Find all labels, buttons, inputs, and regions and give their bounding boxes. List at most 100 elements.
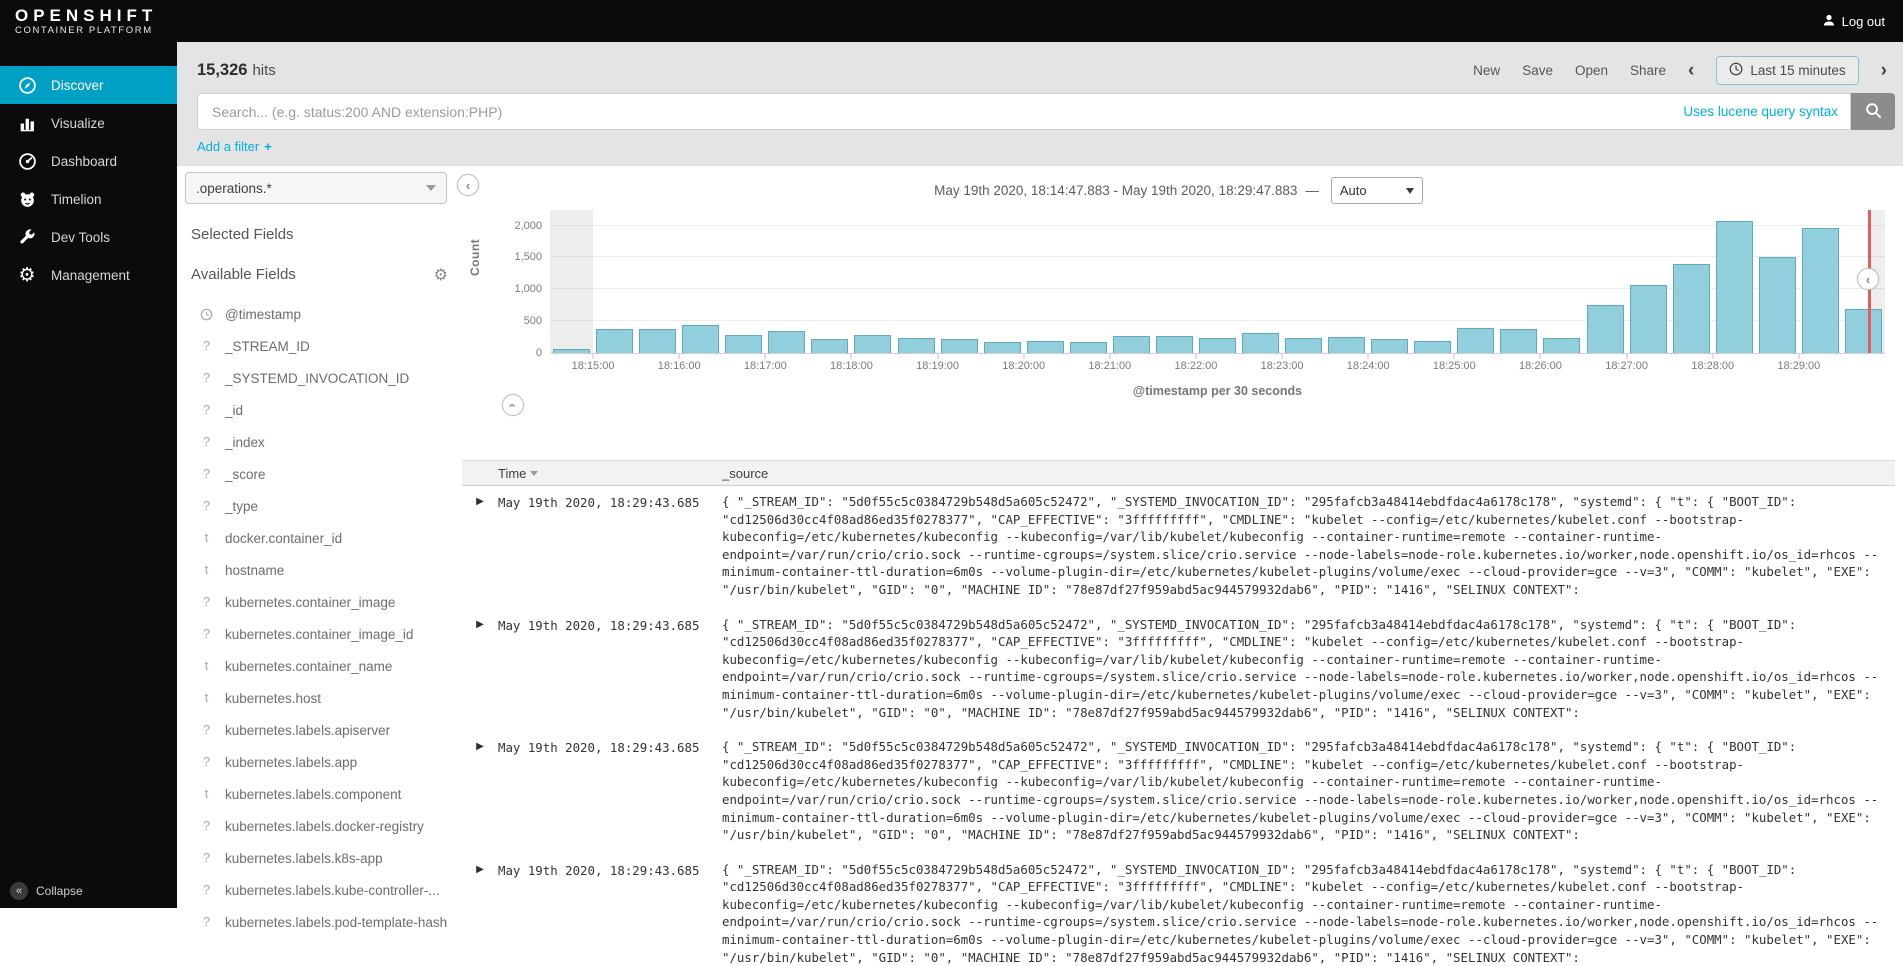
- field-item-_STREAM_ID[interactable]: ? _STREAM_ID: [181, 330, 462, 362]
- histogram-bar-18:28:00[interactable]: [1715, 221, 1753, 353]
- row-expand-caret-icon[interactable]: ▶: [462, 738, 498, 844]
- field-settings-gear-icon[interactable]: ⚙: [434, 265, 448, 284]
- field-item-kubernetes.labels.kube-controller-...[interactable]: ? kubernetes.labels.kube-controller-...: [181, 874, 462, 906]
- sidebar-collapse-button[interactable]: « Collapse: [10, 882, 83, 900]
- field-name: _type: [225, 498, 259, 514]
- field-item-kubernetes.labels.pod-template-hash[interactable]: ? kubernetes.labels.pod-template-hash: [181, 906, 462, 938]
- histogram-bar-18:18:30[interactable]: [897, 337, 935, 353]
- search-button[interactable]: [1851, 93, 1895, 130]
- collapse-chart-button[interactable]: ‹: [1857, 268, 1879, 290]
- field-item-kubernetes.labels.docker-registry[interactable]: ? kubernetes.labels.docker-registry: [181, 810, 462, 842]
- x-tick-mark: [764, 354, 766, 359]
- histogram-bar-18:15:30[interactable]: [639, 329, 677, 353]
- field-name: kubernetes.container_image: [225, 594, 396, 610]
- x-tick-mark: [850, 354, 852, 359]
- histogram-bar-18:20:30[interactable]: [1069, 341, 1107, 353]
- field-item-docker.container_id[interactable]: t docker.container_id: [181, 522, 462, 554]
- plus-icon[interactable]: +: [264, 139, 272, 154]
- table-row: ▶ May 19th 2020, 18:29:43.685 { "_STREAM_I…: [462, 609, 1895, 722]
- sidebar-item-timelion[interactable]: Timelion: [0, 180, 177, 218]
- histogram-bar-18:29:00[interactable]: [1801, 228, 1839, 353]
- index-pattern-select[interactable]: .operations.*: [185, 172, 447, 204]
- collapse-histogram-button[interactable]: ‹: [502, 394, 524, 416]
- field-item-kubernetes.container_image_id[interactable]: ? kubernetes.container_image_id: [181, 618, 462, 650]
- time-forward-arrow[interactable]: ›: [1881, 61, 1887, 80]
- histogram-bar-18:15:00[interactable]: [596, 328, 634, 353]
- sidebar-item-discover[interactable]: Discover: [0, 66, 177, 104]
- field-item-kubernetes.container_image[interactable]: ? kubernetes.container_image: [181, 586, 462, 618]
- histogram-slot: [1540, 216, 1583, 353]
- histogram-bar-18:14:30[interactable]: [553, 349, 591, 353]
- histogram-slot: [765, 216, 808, 353]
- field-item-kubernetes.labels.component[interactable]: t kubernetes.labels.component: [181, 778, 462, 810]
- field-item-_id[interactable]: ? _id: [181, 394, 462, 426]
- histogram-bar-18:16:00[interactable]: [682, 324, 720, 353]
- field-item-kubernetes.labels.k8s-app[interactable]: ? kubernetes.labels.k8s-app: [181, 842, 462, 874]
- field-item-_type[interactable]: ? _type: [181, 490, 462, 522]
- sidebar-item-label: Dashboard: [51, 153, 118, 169]
- save-button[interactable]: Save: [1522, 63, 1553, 78]
- histogram-bar-18:21:00[interactable]: [1112, 335, 1150, 353]
- sidebar-item-management[interactable]: ⚙ Management: [0, 256, 177, 294]
- histogram-bar-18:28:30[interactable]: [1758, 257, 1796, 353]
- time-column-header[interactable]: Time: [498, 466, 722, 481]
- histogram-slot: [1799, 216, 1842, 353]
- field-item-@timestamp[interactable]: @timestamp: [181, 298, 462, 330]
- field-item-_index[interactable]: ? _index: [181, 426, 462, 458]
- sidebar-item-visualize[interactable]: Visualize: [0, 104, 177, 142]
- logout-button[interactable]: Log out: [1822, 13, 1885, 30]
- collapse-fields-panel-button[interactable]: ‹: [457, 174, 479, 196]
- histogram-bar-18:24:30[interactable]: [1414, 340, 1452, 353]
- new-button[interactable]: New: [1473, 63, 1500, 78]
- histogram-bar-18:21:30[interactable]: [1155, 335, 1193, 353]
- interval-select[interactable]: Auto: [1330, 177, 1423, 204]
- histogram-bar-18:26:00[interactable]: [1543, 337, 1581, 353]
- histogram-bar-18:29:30[interactable]: [1844, 309, 1882, 353]
- field-item-hostname[interactable]: t hostname: [181, 554, 462, 586]
- chevron-left-icon: ‹: [465, 177, 471, 193]
- histogram-bar-18:18:00[interactable]: [854, 335, 892, 353]
- table-row: ▶ May 19th 2020, 18:29:43.685 { "_STREAM_I…: [462, 731, 1895, 844]
- row-source-cell: { "_STREAM_ID": "5d0f55c5c0384729b548d5a…: [722, 494, 1879, 597]
- selected-fields-heading: Selected Fields: [181, 226, 462, 243]
- x-tick-mark: [1367, 354, 1369, 359]
- histogram-slot: [1497, 216, 1540, 353]
- histogram-bar-18:27:30[interactable]: [1672, 263, 1710, 353]
- y-axis-tick-label: 1,500: [514, 251, 542, 264]
- row-expand-caret-icon[interactable]: ▶: [462, 861, 498, 966]
- field-name: kubernetes.container_name: [225, 658, 393, 674]
- add-filter-button[interactable]: Add a filter: [197, 139, 259, 154]
- row-expand-caret-icon[interactable]: ▶: [462, 493, 498, 599]
- histogram-bar-18:24:00[interactable]: [1371, 339, 1409, 353]
- field-item-kubernetes.labels.apiserver[interactable]: ? kubernetes.labels.apiserver: [181, 714, 462, 746]
- row-expand-caret-icon[interactable]: ▶: [462, 616, 498, 722]
- string-type-icon: t: [204, 787, 209, 801]
- field-item-kubernetes.container_name[interactable]: t kubernetes.container_name: [181, 650, 462, 682]
- field-item-kubernetes.host[interactable]: t kubernetes.host: [181, 682, 462, 714]
- field-item-_SYSTEMD_INVOCATION_ID[interactable]: ? _SYSTEMD_INVOCATION_ID: [181, 362, 462, 394]
- sidebar-item-dev-tools[interactable]: Dev Tools: [0, 218, 177, 256]
- share-button[interactable]: Share: [1630, 63, 1666, 78]
- time-back-arrow[interactable]: ‹: [1688, 61, 1694, 80]
- histogram-bar-18:25:00[interactable]: [1457, 327, 1495, 353]
- search-input[interactable]: [210, 102, 1672, 121]
- histogram-bar-18:17:30[interactable]: [811, 338, 849, 353]
- open-button[interactable]: Open: [1575, 63, 1608, 78]
- histogram-bar-18:22:30[interactable]: [1242, 333, 1280, 353]
- histogram-bar-18:20:00[interactable]: [1026, 340, 1064, 353]
- sidebar-item-dashboard[interactable]: Dashboard: [0, 142, 177, 180]
- histogram-bar-18:19:30[interactable]: [983, 341, 1021, 353]
- histogram-bar-18:26:30[interactable]: [1586, 305, 1624, 353]
- histogram-bar-18:19:00[interactable]: [940, 339, 978, 353]
- histogram-bar-18:17:00[interactable]: [768, 331, 806, 353]
- histogram-bar-18:25:30[interactable]: [1500, 329, 1538, 353]
- histogram-bar-18:23:00[interactable]: [1285, 337, 1323, 353]
- lucene-syntax-link[interactable]: Uses lucene query syntax: [1683, 104, 1838, 119]
- histogram-bar-18:16:30[interactable]: [725, 334, 763, 353]
- histogram-bar-18:23:30[interactable]: [1328, 337, 1366, 353]
- timepicker-button[interactable]: Last 15 minutes: [1716, 56, 1859, 85]
- field-item-kubernetes.labels.app[interactable]: ? kubernetes.labels.app: [181, 746, 462, 778]
- histogram-bar-18:27:00[interactable]: [1629, 284, 1667, 353]
- field-item-_score[interactable]: ? _score: [181, 458, 462, 490]
- histogram-bar-18:22:00[interactable]: [1198, 337, 1236, 353]
